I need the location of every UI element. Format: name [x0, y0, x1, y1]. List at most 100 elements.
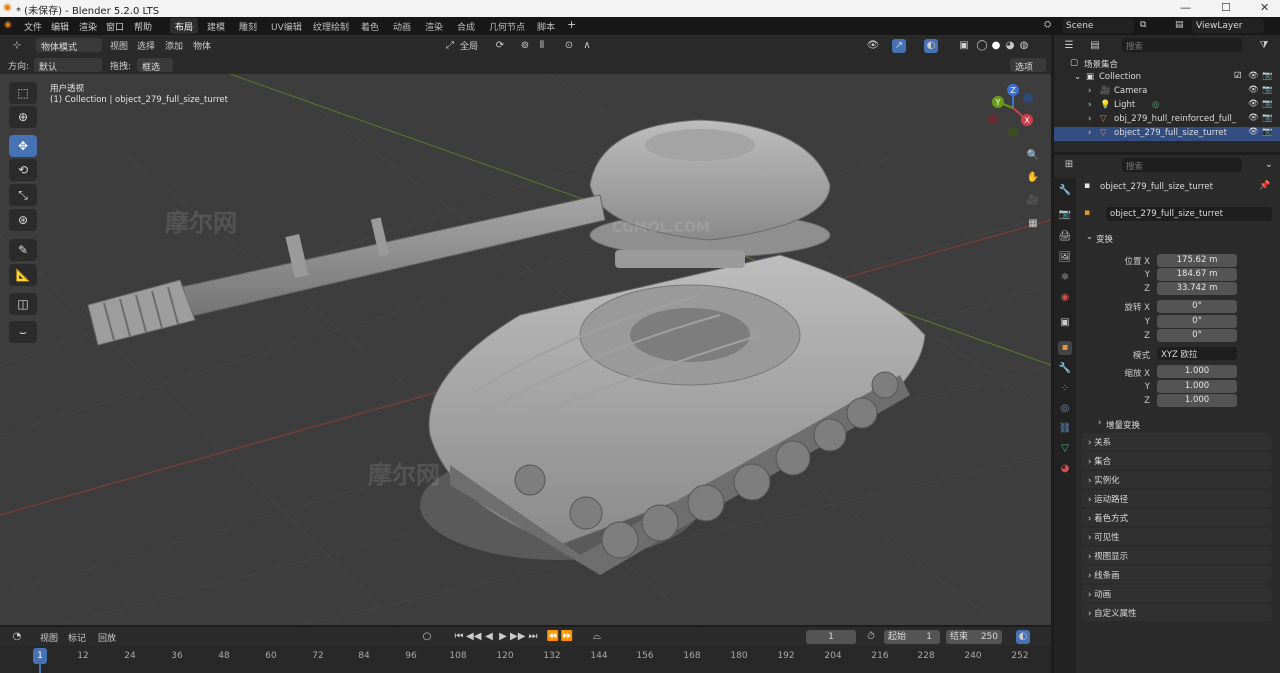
outliner-item-hull[interactable]: › ▽ obj_279_hull_reinforced_full_ 👁 📷 — [1054, 113, 1280, 127]
render-tab-icon[interactable]: 📷 — [1058, 208, 1072, 222]
filter-icon[interactable]: ⧩ — [1257, 39, 1271, 53]
orientation-selector[interactable]: 默认 — [34, 58, 102, 73]
start-frame-field[interactable]: 起始 1 — [884, 630, 940, 644]
camera-view-icon[interactable]: 🎥 — [1026, 194, 1040, 208]
transform-orientation-selector[interactable]: 全局 — [460, 39, 478, 52]
camera-render-icon[interactable]: 📷 — [1262, 99, 1273, 109]
measure-tool[interactable]: 📐 — [9, 264, 37, 286]
timeline-menu-marker[interactable]: 标记 — [68, 631, 86, 644]
tab-compositing[interactable]: 合成 — [452, 18, 480, 34]
physics-tab-icon[interactable]: ◎ — [1058, 402, 1072, 416]
stopwatch-icon[interactable]: ⏱ — [864, 630, 878, 644]
navigation-gizmo[interactable]: Z X Y — [988, 84, 1033, 137]
camera-render-icon[interactable]: 📷 — [1262, 71, 1273, 81]
cursor-tool[interactable]: ⊕ — [9, 106, 37, 128]
scale-x-field[interactable]: 1.000 — [1157, 365, 1237, 378]
menu-view[interactable]: 视图 — [110, 39, 128, 52]
menu-render[interactable]: 渲染 — [79, 20, 97, 33]
data-tab-icon[interactable]: ▽ — [1058, 442, 1072, 456]
tab-shading[interactable]: 着色 — [356, 18, 384, 34]
menu-file[interactable]: 文件 — [24, 20, 42, 33]
play-icon[interactable]: ▶ — [496, 630, 510, 644]
wireframe-shading-icon[interactable]: ◯ — [975, 39, 989, 53]
object-datablock-icon[interactable]: ▪ — [1084, 208, 1090, 218]
transform-section-title[interactable]: 变换 — [1096, 233, 1113, 245]
view-layer-icon[interactable]: ▤ — [1175, 20, 1184, 30]
constraints-tab-icon[interactable]: ⛓ — [1058, 422, 1072, 436]
modifier-tab-icon[interactable]: 🔧 — [1058, 362, 1072, 376]
visibility-icon[interactable]: 👁 — [866, 39, 880, 53]
outliner-search-input[interactable]: 搜索 — [1122, 38, 1242, 52]
minimize-button[interactable]: — — [1180, 1, 1191, 14]
snap-icon[interactable]: ⊚ — [518, 39, 532, 53]
zoom-icon[interactable]: 🔍 — [1026, 149, 1040, 163]
expand-chevron-icon[interactable]: › — [1088, 128, 1091, 138]
location-z-field[interactable]: 33.742 m — [1157, 282, 1237, 295]
location-x-field[interactable]: 175.62 m — [1157, 254, 1237, 267]
pan-hand-icon[interactable]: ✋ — [1026, 171, 1040, 185]
scale-z-field[interactable]: 1.000 — [1157, 394, 1237, 407]
timeline-editor-icon[interactable]: ◔ — [10, 630, 24, 644]
pivot-icon[interactable]: ⟳ — [493, 39, 507, 53]
world-tab-icon[interactable]: ◉ — [1058, 291, 1072, 305]
section-animation[interactable]: › 动画 — [1082, 585, 1272, 602]
transform-orientation-icon[interactable]: ⤢ — [443, 39, 457, 53]
tab-animation[interactable]: 动画 — [388, 18, 416, 34]
drag-selector[interactable]: 框选 — [137, 58, 173, 73]
tab-modeling[interactable]: 建模 — [202, 18, 230, 34]
menu-edit[interactable]: 编辑 — [51, 20, 69, 33]
current-frame-field[interactable]: 1 — [806, 630, 856, 644]
view-layer-selector[interactable]: ViewLayer — [1192, 19, 1264, 33]
3d-viewport[interactable]: Z X Y 摩尔网 CGMOL.COM 摩尔网 ⊹ 物体模式 视图 选择 添加 … — [0, 35, 1051, 625]
rotation-mode-selector[interactable]: XYZ 欧拉 — [1157, 347, 1237, 360]
scene-selector[interactable]: Scene — [1062, 19, 1134, 33]
eye-icon[interactable]: 👁 — [1248, 71, 1259, 81]
mode-selector[interactable]: 物体模式 — [36, 38, 102, 53]
falloff-icon[interactable]: ∧ — [580, 39, 594, 53]
section-instancing[interactable]: › 实例化 — [1082, 471, 1272, 488]
output-tab-icon[interactable]: 🖨 — [1058, 230, 1072, 244]
tab-uv-editing[interactable]: UV编辑 — [266, 18, 307, 34]
section-line-art[interactable]: › 线条画 — [1082, 566, 1272, 583]
tab-scripting[interactable]: 脚本 — [532, 18, 560, 34]
jump-start-icon[interactable]: ⏮ — [452, 630, 466, 644]
curve-tool[interactable]: ⌣ — [9, 321, 37, 343]
menu-window[interactable]: 窗口 — [106, 20, 124, 33]
editor-type-icon[interactable]: ⊹ — [10, 39, 24, 53]
tab-sculpting[interactable]: 雕刻 — [234, 18, 262, 34]
expand-chevron-icon[interactable]: › — [1088, 86, 1091, 96]
scale-tool[interactable]: ⤡ — [9, 184, 37, 206]
record-icon[interactable]: ○ — [420, 630, 434, 644]
outliner-item-camera[interactable]: › 🎥 Camera 👁 📷 — [1054, 85, 1280, 99]
menu-add[interactable]: 添加 — [165, 39, 183, 52]
play-reverse-icon[interactable]: ◀ — [482, 630, 496, 644]
tank-model[interactable] — [420, 254, 926, 575]
close-button[interactable]: ✕ — [1260, 1, 1269, 14]
menu-select[interactable]: 选择 — [137, 39, 155, 52]
properties-search-input[interactable]: 搜索 — [1122, 158, 1242, 172]
scale-y-field[interactable]: 1.000 — [1157, 380, 1237, 393]
xray-icon[interactable]: ▣ — [957, 39, 971, 53]
section-relations[interactable]: › 关系 — [1082, 433, 1272, 450]
collection-row[interactable]: ⌄ ▣ Collection ☑ 👁 📷 — [1054, 71, 1280, 85]
section-collections[interactable]: › 集合 — [1082, 452, 1272, 469]
rotation-z-field[interactable]: 0° — [1157, 329, 1237, 342]
solid-shading-icon[interactable]: ● — [989, 39, 1003, 53]
add-workspace-icon[interactable]: + — [567, 18, 576, 31]
next-keyframe-icon[interactable]: ▶▶ — [510, 630, 525, 644]
menu-object[interactable]: 物体 — [193, 39, 211, 52]
timeline-menu-playback[interactable]: 回放 — [98, 631, 116, 644]
transform-chevron-icon[interactable]: ⌄ — [1086, 232, 1093, 242]
tab-layout[interactable]: 布局 — [170, 18, 199, 34]
options-chevron-icon[interactable]: ⌄ — [1262, 158, 1276, 172]
options-button[interactable]: 选项 — [1010, 58, 1046, 73]
checkbox-icon[interactable]: ☑ — [1234, 71, 1242, 81]
move-tool[interactable]: ✥ — [9, 135, 37, 157]
section-viewport-display[interactable]: › 视图显示 — [1082, 547, 1272, 564]
expand-chevron-icon[interactable]: › — [1088, 100, 1091, 110]
camera-render-icon[interactable]: 📷 — [1262, 113, 1273, 123]
object-name-field[interactable]: object_279_full_size_turret — [1106, 207, 1272, 221]
section-motion-paths[interactable]: › 运动路径 — [1082, 490, 1272, 507]
properties-editor-icon[interactable]: ⊞ — [1062, 158, 1076, 172]
collection-tab-icon[interactable]: ▣ — [1058, 316, 1072, 330]
